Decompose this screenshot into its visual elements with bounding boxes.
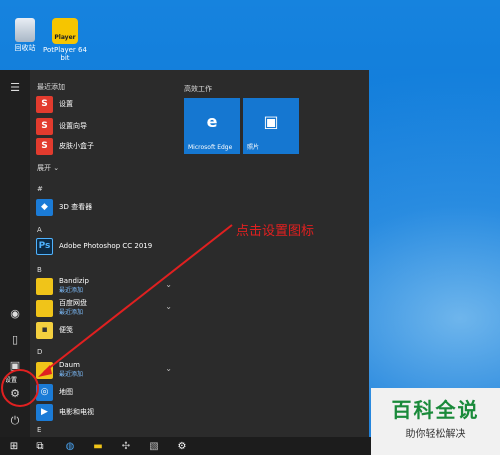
watermark-subtitle: 助你轻松解决: [405, 429, 466, 440]
app-network-icon[interactable]: ✣: [114, 437, 138, 455]
browser-globe-icon[interactable]: ◍: [58, 437, 82, 455]
windows-start-icon[interactable]: ⊞: [2, 437, 26, 455]
task-view-icon[interactable]: ⧉: [28, 437, 52, 455]
arrow-head: [38, 365, 52, 377]
watermark-title: 百科全说: [391, 398, 480, 422]
annotation-text: 点击设置图标: [236, 224, 315, 239]
app-book-icon[interactable]: ▧: [142, 437, 166, 455]
arrow-line: [43, 224, 233, 373]
settings-taskbar-icon[interactable]: ⚙: [170, 437, 194, 455]
file-explorer-icon[interactable]: ▬: [86, 437, 110, 455]
watermark-logo: 百科全说 助你轻松解决: [371, 388, 500, 455]
